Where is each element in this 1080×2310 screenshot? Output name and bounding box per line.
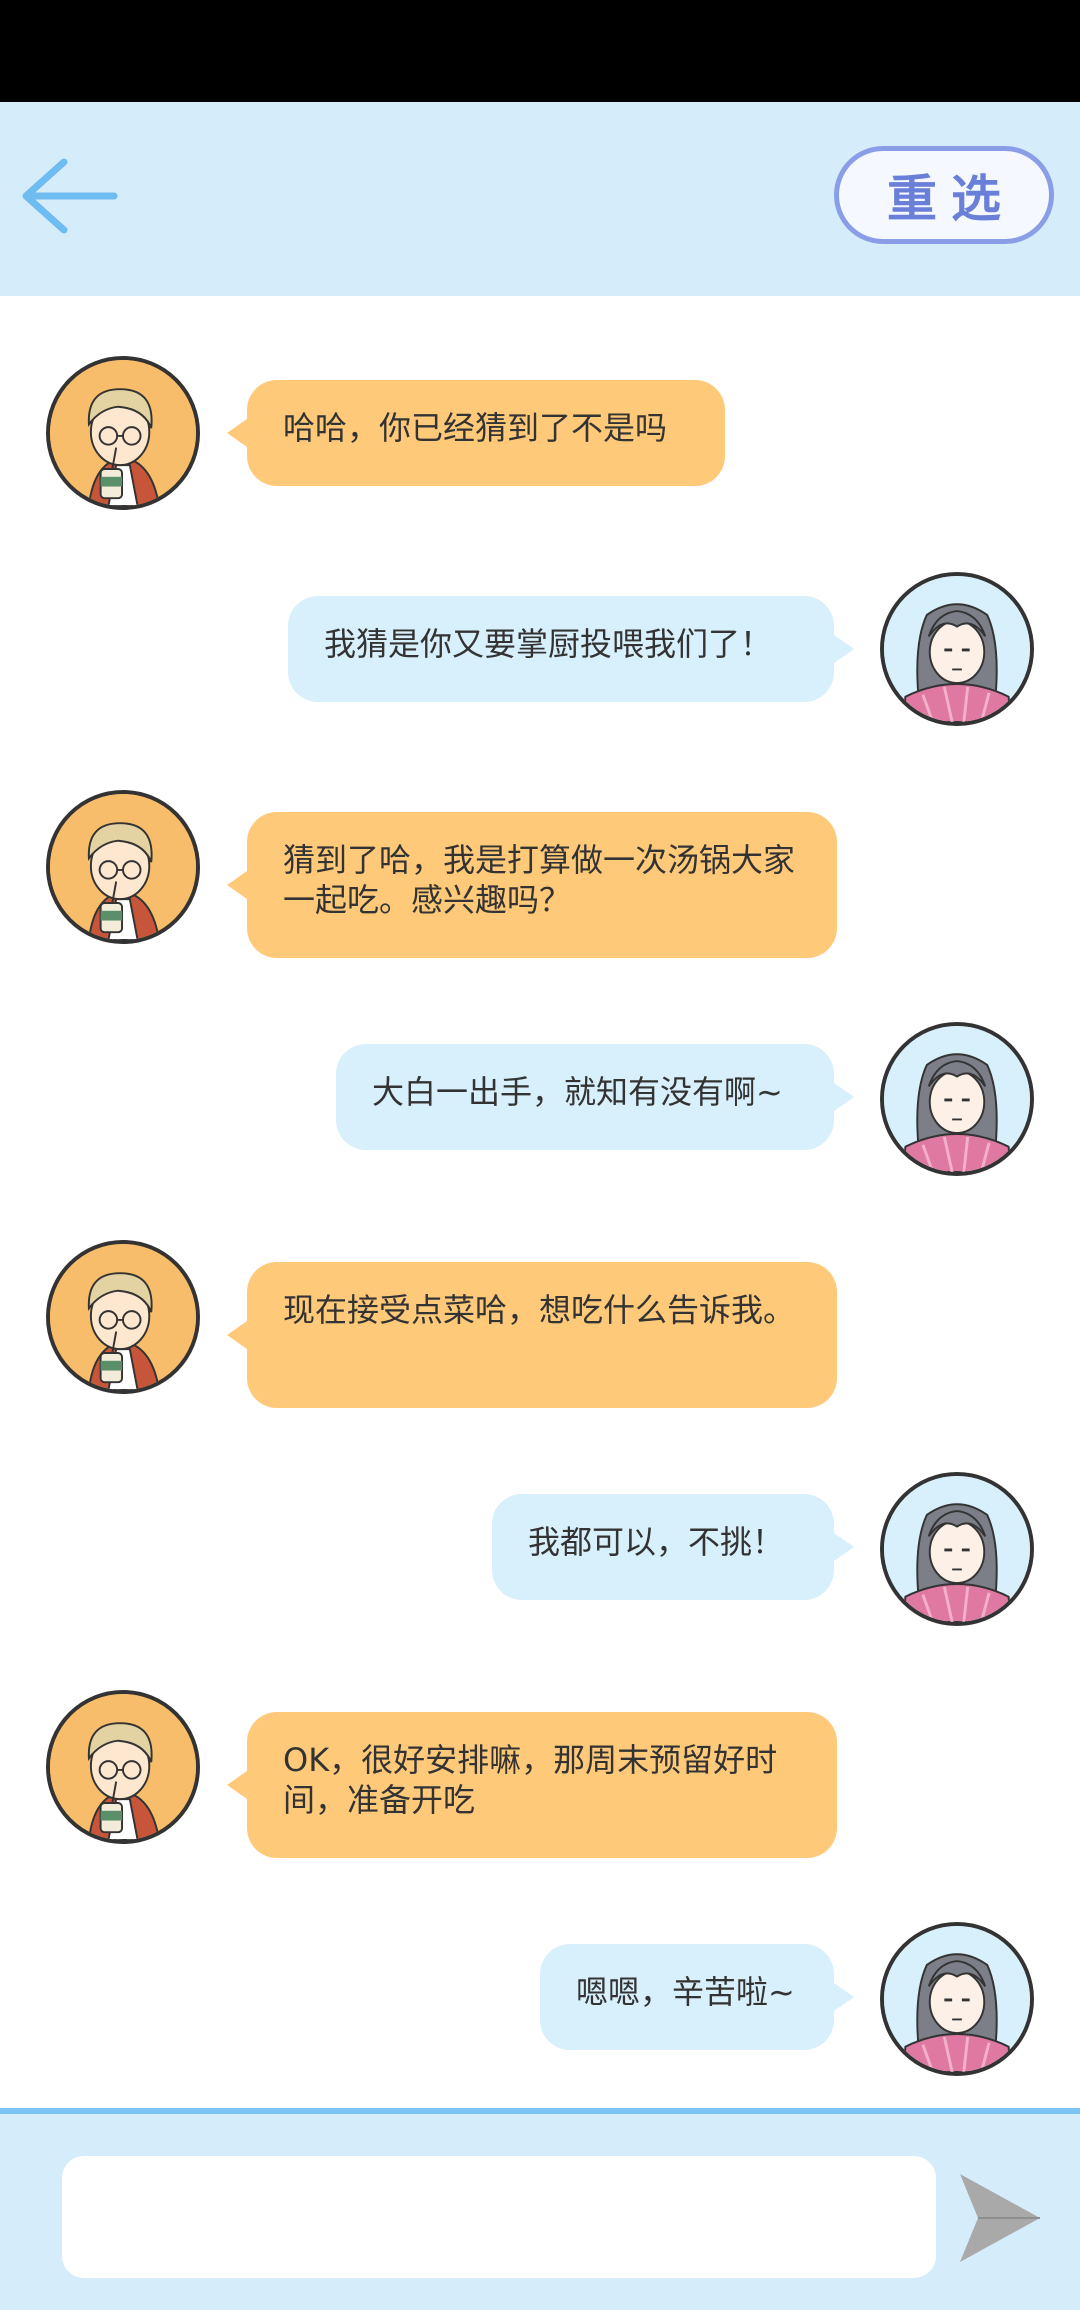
status-bar — [0, 0, 1080, 102]
back-button[interactable] — [18, 146, 118, 246]
message-bubble: 哈哈，你已经猜到了不是吗 — [227, 380, 725, 486]
top-bar: 重选 — [0, 102, 1080, 296]
boy-avatar — [46, 356, 200, 510]
boy-avatar — [46, 1690, 200, 1844]
message-row: 大白一出手，就知有没有啊~ — [0, 1022, 1080, 1182]
girl-avatar — [880, 1472, 1034, 1626]
message-row: 哈哈，你已经猜到了不是吗 — [0, 356, 1080, 516]
message-bubble: 猜到了哈，我是打算做一次汤锅大家一起吃。感兴趣吗？ — [227, 812, 837, 958]
message-bubble: 我都可以，不挑！ — [492, 1494, 854, 1600]
message-row: 嗯嗯，辛苦啦~ — [0, 1922, 1080, 2082]
girl-avatar — [880, 1922, 1034, 2076]
input-bar — [0, 2108, 1080, 2310]
boy-avatar — [46, 790, 200, 944]
message-bubble: 大白一出手，就知有没有啊~ — [336, 1044, 854, 1150]
chat-area: 哈哈，你已经猜到了不是吗 我猜是你又要掌厨投喂我们了！ 猜到了哈，我是打算做一次… — [0, 296, 1080, 2108]
girl-avatar — [880, 1022, 1034, 1176]
send-icon — [960, 2174, 1040, 2262]
message-bubble: 嗯嗯，辛苦啦~ — [540, 1944, 854, 2050]
message-bubble: OK，很好安排嘛，那周末预留好时间，准备开吃 — [227, 1712, 837, 1858]
reset-button[interactable]: 重选 — [834, 146, 1054, 244]
message-row: 我都可以，不挑！ — [0, 1472, 1080, 1632]
message-row: 我猜是你又要掌厨投喂我们了！ — [0, 572, 1080, 732]
send-button[interactable] — [956, 2168, 1042, 2268]
boy-avatar — [46, 1240, 200, 1394]
message-row: 现在接受点菜哈，想吃什么告诉我。 — [0, 1240, 1080, 1408]
message-row: OK，很好安排嘛，那周末预留好时间，准备开吃 — [0, 1690, 1080, 1858]
message-input[interactable] — [62, 2156, 936, 2278]
message-row: 猜到了哈，我是打算做一次汤锅大家一起吃。感兴趣吗？ — [0, 790, 1080, 958]
arrow-left-icon — [22, 158, 118, 234]
message-bubble: 我猜是你又要掌厨投喂我们了！ — [288, 596, 854, 702]
girl-avatar — [880, 572, 1034, 726]
message-bubble: 现在接受点菜哈，想吃什么告诉我。 — [227, 1262, 837, 1408]
